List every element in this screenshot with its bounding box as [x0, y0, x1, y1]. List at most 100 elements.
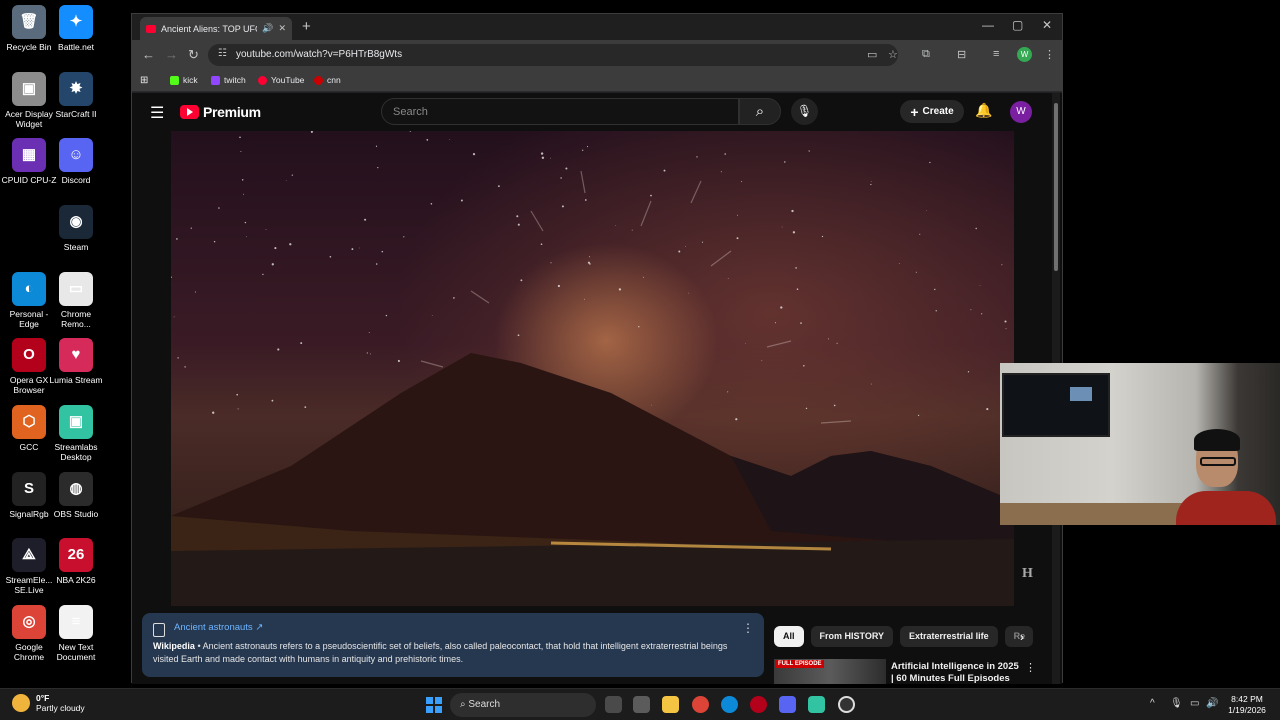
star — [397, 359, 400, 363]
opera-gx-taskbar-icon[interactable] — [750, 696, 767, 713]
desktop-icon[interactable]: ✸ StarCraft II — [47, 72, 105, 119]
taskbar-search[interactable]: ⌕ Search — [450, 693, 596, 717]
tab-active[interactable]: Ancient Aliens: TOP UFO M 🔊 ✕ — [140, 17, 292, 40]
minimize-icon[interactable]: — — [982, 18, 994, 32]
star — [979, 284, 981, 286]
chip-all[interactable]: All — [774, 626, 804, 647]
star — [431, 315, 433, 317]
discord-taskbar-icon[interactable] — [779, 696, 796, 713]
extensions-icon[interactable]: ⧉ — [922, 48, 930, 61]
menu-kebab-icon[interactable]: ⋮ — [1044, 48, 1055, 61]
recommended-more-icon[interactable]: ⋮ — [1025, 661, 1036, 674]
back-arrow-icon[interactable]: ← — [142, 47, 155, 62]
obs-taskbar-icon[interactable] — [838, 696, 855, 713]
info-topic-link[interactable]: Ancient astronauts ↗ — [174, 622, 263, 633]
star — [870, 181, 872, 182]
maximize-icon[interactable]: ▢ — [1012, 18, 1023, 32]
star — [289, 243, 292, 246]
desktop-icon[interactable]: ✦ Battle.net — [47, 5, 105, 52]
edge-taskbar-icon[interactable] — [721, 696, 738, 713]
recommended-video[interactable]: FULL EPISODE Artificial Intelligence in … — [774, 659, 1044, 684]
volume-icon[interactable]: 🔊 — [1206, 698, 1218, 709]
desktop-icon-label: StarCraft II — [55, 109, 97, 119]
star — [171, 276, 172, 278]
bookmark-cnn[interactable]: cnn — [314, 75, 341, 85]
microphone-tray-icon[interactable]: 🎙 — [1170, 698, 1183, 709]
desktop-icon[interactable]: ☺ Discord — [47, 138, 105, 185]
site-info-icon[interactable]: ☷ — [218, 48, 227, 59]
bookmark-label: twitch — [224, 75, 246, 85]
widgets-icon[interactable] — [633, 696, 650, 713]
bookmark-youtube[interactable]: YouTube — [258, 75, 304, 85]
youtube-icon — [258, 75, 267, 85]
bookmark-kick[interactable]: kick — [170, 75, 198, 85]
floor — [1000, 503, 1200, 525]
scrollbar-thumb[interactable] — [1054, 103, 1058, 271]
bookmark-twitch[interactable]: twitch — [211, 75, 246, 85]
desktop-app-icon: ⟁ — [12, 538, 46, 572]
notifications-bell-icon[interactable]: 🔔 — [975, 102, 992, 119]
apps-grid-icon[interactable]: ⊞ — [140, 75, 148, 86]
desktop-app-icon: ◍ — [59, 472, 93, 506]
chip-truncated[interactable]: Re — [1004, 626, 1033, 647]
network-icon[interactable]: ▭ — [1190, 698, 1199, 709]
star — [870, 183, 872, 186]
cast-icon[interactable]: ▭ — [867, 48, 877, 61]
history-channel-watermark: H — [1022, 566, 1033, 581]
desktop-icon-label: Steam — [63, 242, 89, 252]
reload-icon[interactable]: ↻ — [188, 47, 199, 63]
bookmark-star-icon[interactable]: ☆ — [888, 48, 898, 61]
chip-extraterrestrial-life[interactable]: Extraterrestrial life — [900, 626, 998, 647]
desktop-icon[interactable]: ◍ OBS Studio — [47, 472, 105, 519]
star — [1004, 320, 1007, 323]
address-bar[interactable]: ☷ youtube.com/watch?v=P6HTrB8gWts — [208, 44, 898, 66]
media-control-icon[interactable]: ≡ — [993, 48, 999, 60]
chips-next-chevron-icon[interactable]: › — [1020, 630, 1024, 644]
close-window-icon[interactable]: ✕ — [1042, 18, 1052, 32]
search-input[interactable]: Search — [381, 98, 739, 125]
desktop-icon[interactable]: ◉ Steam — [47, 205, 105, 252]
recommended-video-title[interactable]: Artificial Intelligence in 2025 | 60 Min… — [891, 661, 1021, 684]
kick-icon — [170, 75, 179, 85]
video-player[interactable] — [171, 131, 1014, 606]
split-view-icon[interactable]: ⊟ — [957, 48, 966, 61]
star — [803, 364, 805, 367]
star — [584, 298, 585, 300]
video-thumbnail[interactable]: FULL EPISODE — [774, 659, 886, 684]
weather-widget[interactable]: 0°F Partly cloudy — [12, 693, 85, 713]
voice-search-button[interactable]: 🎙 — [791, 98, 818, 125]
info-more-options-icon[interactable]: ⋮ — [742, 621, 754, 635]
create-button[interactable]: + Create — [900, 100, 964, 123]
youtube-premium-logo[interactable]: Premium — [180, 104, 261, 120]
taskbar: 0°F Partly cloudy ⌕ Search ^ 🎙 ▭ 🔊 8:42 … — [0, 688, 1280, 720]
profile-avatar[interactable]: W — [1017, 47, 1032, 62]
task-view-icon[interactable] — [605, 696, 622, 713]
search-button[interactable]: ⌕ — [739, 98, 781, 125]
star — [271, 399, 274, 402]
chip-from-history[interactable]: From HISTORY — [810, 626, 894, 647]
close-tab-icon[interactable]: ✕ — [278, 23, 286, 34]
windows-start-icon[interactable] — [426, 697, 442, 713]
file-explorer-icon[interactable] — [662, 696, 679, 713]
desktop-icon[interactable]: ♥ Lumia Stream — [47, 338, 105, 385]
new-tab-button[interactable]: + — [302, 18, 311, 35]
star — [560, 177, 562, 179]
hamburger-menu-icon[interactable]: ☰ — [150, 103, 164, 123]
account-avatar[interactable]: W — [1010, 101, 1032, 123]
audio-playing-icon[interactable]: 🔊 — [262, 23, 273, 34]
star — [929, 161, 931, 164]
video-frame-night-sky — [171, 131, 1014, 606]
star — [919, 233, 921, 235]
desktop-icon[interactable]: 26 NBA 2K26 — [47, 538, 105, 585]
streamlabs-taskbar-icon[interactable] — [808, 696, 825, 713]
desktop-icon[interactable]: ▣ Streamlabs Desktop — [47, 405, 105, 462]
desktop-icon[interactable]: ≡ New Text Document — [47, 605, 105, 662]
star — [685, 245, 686, 247]
chrome-taskbar-icon[interactable] — [692, 696, 709, 713]
forward-arrow-icon[interactable]: → — [165, 47, 178, 62]
star — [796, 288, 799, 290]
tray-overflow-chevron-icon[interactable]: ^ — [1150, 698, 1155, 709]
system-clock[interactable]: 8:42 PM 1/19/2026 — [1222, 694, 1272, 716]
desktop-icon[interactable]: ▭ Chrome Remo... — [47, 272, 105, 329]
star — [589, 263, 591, 265]
